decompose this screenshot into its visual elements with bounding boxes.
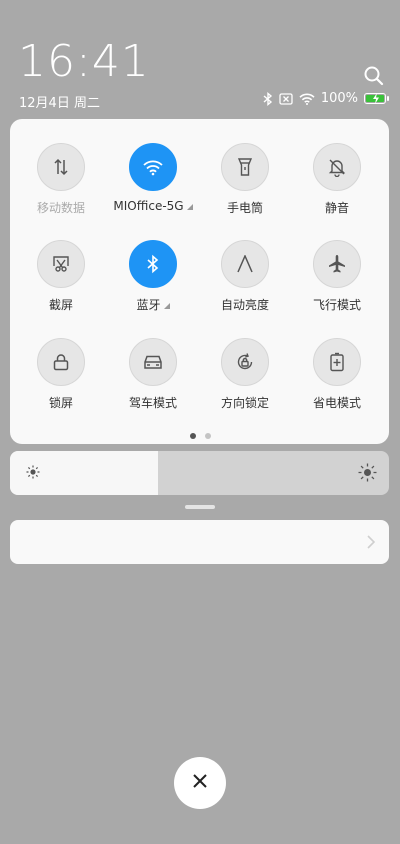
wifi-icon <box>142 158 164 176</box>
brightness-high-icon <box>358 463 377 487</box>
quick-tile-label: 手电筒 <box>199 199 291 216</box>
bluetooth-icon <box>263 91 273 106</box>
quick-tile-button[interactable] <box>129 143 177 191</box>
quick-tile-label: 移动数据 <box>15 199 107 216</box>
submenu-indicator-icon <box>163 302 170 309</box>
chevron-right-icon <box>367 535 376 554</box>
rotation-lock-icon <box>235 352 255 372</box>
quick-tile-car[interactable]: 驾车模式 <box>107 338 199 411</box>
bluetooth-icon <box>146 254 160 274</box>
screenshot-icon <box>51 255 71 273</box>
quick-tile-button[interactable] <box>37 240 85 288</box>
lockscreen-date: 12月4日 周二 <box>19 96 100 111</box>
quick-tile-label-text: 锁屏 <box>48 396 73 410</box>
quick-tile-button[interactable] <box>313 338 361 386</box>
quick-tile-label-text: 驾车模式 <box>128 396 177 410</box>
airplane-icon <box>327 254 347 274</box>
quick-tile-label: 省电模式 <box>291 394 383 411</box>
quick-tile-auto-brightness[interactable]: 自动亮度 <box>199 240 291 313</box>
page-indicator <box>0 433 400 439</box>
quick-tile-label: 方向锁定 <box>199 394 291 411</box>
quick-tile-screenshot[interactable]: 截屏 <box>15 240 107 313</box>
quick-tile-lock[interactable]: 锁屏 <box>15 338 107 411</box>
quick-tile-rotation-lock[interactable]: 方向锁定 <box>199 338 291 411</box>
quick-tile-label: 飞行模式 <box>291 296 383 313</box>
quick-tile-label: 截屏 <box>15 296 107 313</box>
page-dot-active <box>189 433 196 439</box>
quick-tile-button[interactable] <box>37 338 85 386</box>
quick-tile-label-text: 手电筒 <box>226 201 263 215</box>
auto-brightness-icon <box>236 255 254 273</box>
battery-percent: 100% <box>320 91 358 106</box>
quick-tile-battery-saver[interactable]: 省电模式 <box>291 338 383 411</box>
quick-tile-button[interactable] <box>221 240 269 288</box>
quick-tile-button[interactable] <box>313 240 361 288</box>
quick-tile-mobile-data[interactable]: 移动数据 <box>15 143 107 216</box>
brightness-slider[interactable] <box>10 451 389 495</box>
quick-tile-button[interactable] <box>221 143 269 191</box>
quick-tile-airplane[interactable]: 飞行模式 <box>291 240 383 313</box>
notification-card[interactable] <box>10 520 389 564</box>
close-icon <box>192 773 208 794</box>
quick-tile-label: 蓝牙 <box>107 296 199 313</box>
mute-bell-icon <box>327 157 347 177</box>
quick-tile-label-text: 飞行模式 <box>312 298 361 312</box>
page-dot <box>204 433 211 439</box>
quick-tile-label-text: 方向锁定 <box>220 396 269 410</box>
quick-tile-flashlight[interactable]: 手电筒 <box>199 143 291 216</box>
quick-tile-button[interactable] <box>37 143 85 191</box>
lock-icon <box>52 353 70 371</box>
quick-tile-button[interactable] <box>129 338 177 386</box>
flashlight-icon <box>236 157 254 177</box>
close-button[interactable] <box>174 757 226 809</box>
quick-tile-label-text: 静音 <box>324 201 349 215</box>
no-sim-icon <box>279 92 293 105</box>
car-icon <box>142 353 164 371</box>
quick-tile-label: 自动亮度 <box>199 296 291 313</box>
lockscreen-time: 16:41 <box>18 36 150 87</box>
quick-tile-label: MIOffice-5G <box>107 199 199 213</box>
quick-tile-label: 静音 <box>291 199 383 216</box>
quick-tile-mute-bell[interactable]: 静音 <box>291 143 383 216</box>
quick-settings-panel: 移动数据 MIOffice-5G 手电筒 静音截屏 蓝牙 自动亮度 飞行模式锁屏 驾车模式 方向… <box>10 119 389 444</box>
quick-tile-label-text: 蓝牙 <box>136 298 161 312</box>
battery-charging-icon <box>364 93 389 104</box>
battery-saver-icon <box>329 352 345 372</box>
mobile-data-icon <box>52 158 70 176</box>
wifi-icon <box>299 93 315 105</box>
quick-tile-label-text: MIOffice-5G <box>113 199 184 213</box>
brightness-low-icon <box>26 465 40 484</box>
quick-tile-button[interactable] <box>313 143 361 191</box>
quick-tile-label-text: 自动亮度 <box>220 298 269 312</box>
quick-tile-button[interactable] <box>129 240 177 288</box>
quick-tile-label: 锁屏 <box>15 394 107 411</box>
quick-tile-button[interactable] <box>221 338 269 386</box>
quick-tile-label-text: 截屏 <box>48 298 73 312</box>
search-icon[interactable] <box>362 64 386 88</box>
quick-tile-label-text: 移动数据 <box>36 201 85 215</box>
status-bar: 100% <box>263 91 389 106</box>
quick-tile-label-text: 省电模式 <box>312 396 361 410</box>
quick-tile-bluetooth[interactable]: 蓝牙 <box>107 240 199 313</box>
quick-tile-label: 驾车模式 <box>107 394 199 411</box>
quick-tile-wifi[interactable]: MIOffice-5G <box>107 143 199 213</box>
drag-handle[interactable] <box>185 505 215 509</box>
submenu-indicator-icon <box>186 203 193 210</box>
